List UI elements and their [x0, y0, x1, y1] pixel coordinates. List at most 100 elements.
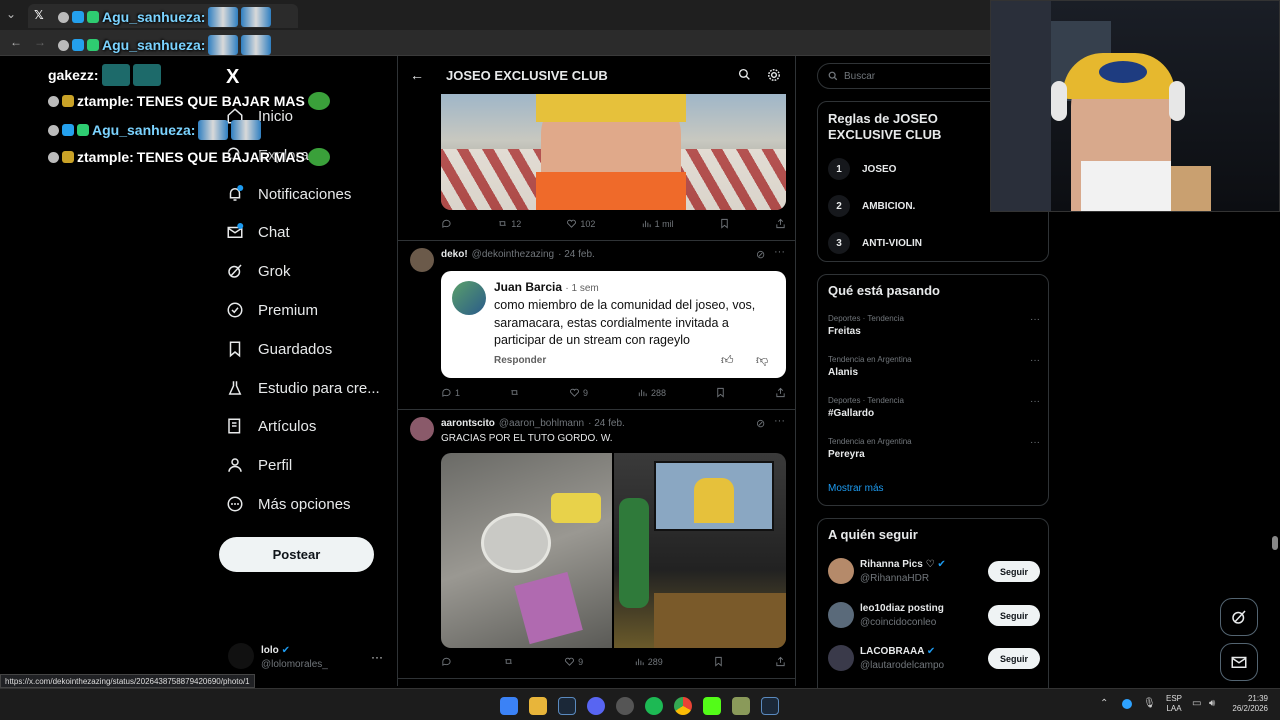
like-count: 102: [580, 218, 596, 229]
tweet-media-grid[interactable]: [441, 453, 786, 648]
forward-arrow-icon[interactable]: →: [34, 35, 46, 49]
display-icon[interactable]: ▭: [1192, 698, 1201, 709]
rule-item[interactable]: 3 ANTI-VIOLIN: [828, 232, 922, 254]
avatar[interactable]: [410, 417, 434, 441]
start-icon[interactable]: [500, 697, 518, 715]
nav-item-articulos[interactable]: Artículos: [226, 408, 396, 444]
trend-more-icon[interactable]: ···: [1030, 437, 1040, 448]
nav-item-grok[interactable]: Grok: [226, 253, 396, 289]
trend-item[interactable]: Tendencia en Argentina Alanis ···: [828, 355, 1040, 378]
back-arrow-icon[interactable]: ←: [10, 35, 22, 49]
account-avatar[interactable]: [228, 643, 254, 669]
reply-icon: [442, 388, 451, 397]
trend-item[interactable]: Deportes · Tendencia Freitas ···: [828, 314, 1040, 337]
account-more-icon[interactable]: ···: [371, 650, 383, 664]
nav-item-premium[interactable]: Premium: [226, 292, 396, 328]
language-indicator[interactable]: ESP LAA: [1166, 694, 1182, 714]
nav-item-mas-opciones[interactable]: Más opciones: [226, 486, 396, 522]
nav-item-chat[interactable]: Chat: [226, 214, 396, 250]
tweet-date[interactable]: · 24 feb.: [588, 418, 625, 429]
tab-list-icon[interactable]: ⌄: [6, 7, 16, 21]
volume-icon[interactable]: 🔊︎: [1209, 698, 1215, 709]
back-arrow-icon[interactable]: ←: [410, 67, 424, 83]
tweet-photo-desk[interactable]: [614, 453, 786, 648]
reply-button[interactable]: [441, 656, 452, 667]
tweet-more-icon[interactable]: ···: [774, 246, 785, 258]
retweet-button[interactable]: [509, 387, 520, 398]
retweet-button[interactable]: 12: [497, 218, 521, 229]
trend-more-icon[interactable]: ···: [1030, 355, 1040, 366]
grok-small-icon[interactable]: ⊘: [756, 248, 765, 261]
post-button[interactable]: Postear: [219, 537, 374, 572]
like-button[interactable]: 102: [566, 218, 595, 229]
verified-badge-icon: ✔: [281, 645, 290, 656]
reply-button[interactable]: 1: [441, 387, 460, 398]
gear-icon[interactable]: [767, 68, 781, 82]
views-button[interactable]: 1 mil: [641, 218, 674, 229]
x-logo[interactable]: X: [226, 66, 239, 89]
tweet-author-name[interactable]: deko!: [441, 249, 468, 260]
bookmark-button[interactable]: [713, 656, 724, 667]
app-icon[interactable]: [732, 697, 750, 715]
trend-more-icon[interactable]: ···: [1030, 396, 1040, 407]
nav-item-perfil[interactable]: Perfil: [226, 447, 396, 483]
steam-icon[interactable]: [558, 697, 576, 715]
bookmark-button[interactable]: [719, 218, 730, 229]
kick-icon[interactable]: [703, 697, 721, 715]
tweet-more-icon[interactable]: ···: [774, 415, 785, 427]
tweet-author-name[interactable]: aarontscito: [441, 418, 495, 429]
steam-icon[interactable]: [761, 697, 779, 715]
share-button[interactable]: [775, 656, 786, 667]
tweet-handle[interactable]: @aaron_bohlmann: [499, 418, 584, 429]
community-feed[interactable]: ← JOSEO EXCLUSIVE CLUB 12 102 1 mil deko…: [397, 56, 796, 686]
chat-line: ztample: TENES QUE BAJAR MAS: [48, 148, 330, 166]
follow-button[interactable]: Seguir: [988, 605, 1040, 626]
grok-small-icon[interactable]: ⊘: [756, 417, 765, 430]
tweet-date[interactable]: · 24 feb.: [558, 249, 595, 260]
clock[interactable]: 21:39 26/2/2026: [1228, 694, 1268, 714]
bookmark-icon: [721, 218, 728, 229]
avatar[interactable]: [410, 248, 434, 272]
search-input[interactable]: Buscar: [844, 71, 875, 82]
follow-item[interactable]: leo10diaz posting @coincidoconleo Seguir: [828, 602, 1040, 630]
search-icon[interactable]: [738, 68, 751, 81]
bookmark-button[interactable]: [715, 387, 726, 398]
follow-item[interactable]: Rihanna Pics ♡ ✔ @RihannaHDR Seguir: [828, 558, 1040, 586]
reply-button[interactable]: [441, 218, 452, 229]
tray-chevron-icon[interactable]: ⌃: [1100, 698, 1108, 709]
tray-app-icon[interactable]: [1122, 699, 1132, 709]
nav-item-notificaciones[interactable]: Notificaciones: [226, 176, 396, 212]
microphone-icon[interactable]: 🎙︎: [1143, 698, 1156, 709]
discord-icon[interactable]: [587, 697, 605, 715]
obs-icon[interactable]: [616, 697, 634, 715]
rule-item[interactable]: 2 AMBICION.: [828, 195, 915, 217]
follow-button[interactable]: Seguir: [988, 648, 1040, 669]
nav-item-estudio[interactable]: Estudio para cre...: [226, 370, 396, 406]
show-more-link[interactable]: Mostrar más: [828, 483, 884, 494]
tweet-media-image[interactable]: [441, 94, 786, 210]
tweet-photo-kitchen[interactable]: [441, 453, 612, 648]
trend-more-icon[interactable]: ···: [1030, 314, 1040, 325]
rule-item[interactable]: 1 JOSEO: [828, 158, 896, 180]
share-button[interactable]: [775, 387, 786, 398]
share-button[interactable]: [775, 218, 786, 229]
retweet-button[interactable]: [503, 656, 514, 667]
spotify-icon[interactable]: [645, 697, 663, 715]
views-button[interactable]: 289: [634, 656, 663, 667]
like-button[interactable]: 9: [564, 656, 583, 667]
nav-item-guardados[interactable]: Guardados: [226, 331, 396, 367]
like-button[interactable]: 9: [569, 387, 588, 398]
trend-item[interactable]: Deportes · Tendencia #Gallardo ···: [828, 396, 1040, 419]
follow-button[interactable]: Seguir: [988, 561, 1040, 582]
follow-item[interactable]: LACOBRAAA ✔ @lautarodelcampo Seguir: [828, 645, 1040, 673]
views-button[interactable]: 288: [637, 387, 666, 398]
tweet-handle[interactable]: @dekointhezazing: [472, 249, 554, 260]
trend-item[interactable]: Tendencia en Argentina Pereyra ···: [828, 437, 1040, 460]
quoted-comment-image[interactable]: Juan Barcia · 1 sem como miembro de la c…: [441, 271, 786, 378]
chrome-icon[interactable]: [674, 697, 692, 715]
grok-float-button[interactable]: [1220, 598, 1258, 636]
scrollbar-thumb[interactable]: [1272, 536, 1278, 550]
file-explorer-icon[interactable]: [529, 697, 547, 715]
messages-float-button[interactable]: [1220, 643, 1258, 681]
account-name[interactable]: lolo ✔: [261, 645, 290, 656]
